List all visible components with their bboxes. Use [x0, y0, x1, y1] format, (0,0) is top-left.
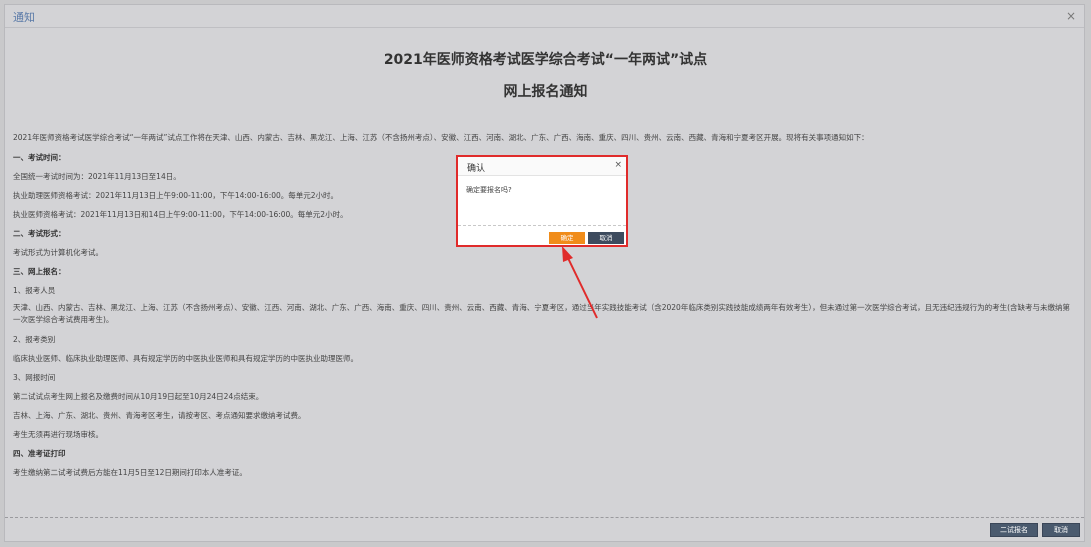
confirm-dialog: 确认 × 确定要报名吗? 确定 取消 [456, 155, 628, 247]
dialog-close-icon[interactable]: × [614, 160, 622, 170]
dialog-message: 确定要报名吗? [466, 186, 512, 194]
red-arrow-annotation [562, 246, 598, 319]
dialog-title: 确认 [467, 164, 486, 174]
dialog-divider [458, 225, 626, 226]
confirm-cancel-button[interactable]: 取消 [588, 232, 624, 244]
confirm-ok-button[interactable]: 确定 [549, 232, 585, 244]
